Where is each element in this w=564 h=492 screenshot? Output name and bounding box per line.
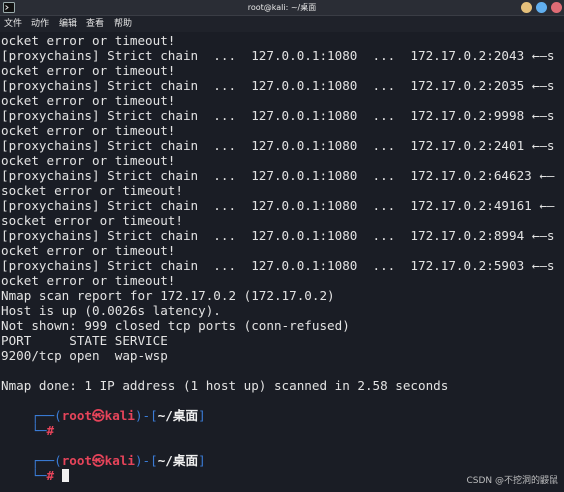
prompt-at: ㉿ [92,453,105,468]
close-button[interactable] [551,2,562,13]
menu-help[interactable]: 帮助 [114,18,132,30]
terminal-line: [proxychains] Strict chain ... 127.0.0.1… [1,78,555,93]
prompt-user: root [61,408,93,423]
terminal-line: Not shown: 999 closed tcp ports (conn-re… [1,318,350,333]
terminal-line: [proxychains] Strict chain ... 127.0.0.1… [1,198,555,213]
terminal-line: [proxychains] Strict chain ... 127.0.0.1… [1,138,555,153]
terminal-line: ocket error or timeout! [1,153,176,168]
menu-bar: 文件 动作 编辑 查看 帮助 [0,16,564,32]
prompt-symbol: # [46,423,55,438]
terminal-line: socket error or timeout! [1,213,183,228]
prompt-host: kali [104,408,135,423]
terminal-line: [proxychains] Strict chain ... 127.0.0.1… [1,48,555,63]
terminal-line: ocket error or timeout! [1,33,176,48]
terminal-line: ocket error or timeout! [1,243,176,258]
title-bar: root@kali: ~/桌面 [0,0,564,16]
prompt-user: root [61,453,93,468]
terminal-line: PORT STATE SERVICE [1,333,168,348]
window-title: root@kali: ~/桌面 [247,3,317,12]
menu-edit[interactable]: 编辑 [59,18,77,30]
prompt-line: ┌──(root㉿kali)-[~/桌面] [31,408,206,423]
prompt-symbol: # [46,468,55,483]
maximize-button[interactable] [536,2,547,13]
watermark: CSDN @不挖洞的鼹鼠 [466,476,558,486]
terminal-line: Nmap scan report for 172.17.0.2 (172.17.… [1,288,335,303]
terminal-line: socket error or timeout! [1,183,183,198]
terminal-line: ocket error or timeout! [1,123,176,138]
prompt-path: ~/桌面 [157,408,199,423]
minimize-button[interactable] [521,2,532,13]
menu-action[interactable]: 动作 [31,18,49,30]
terminal-line: ocket error or timeout! [1,93,176,108]
terminal-line: [proxychains] Strict chain ... 127.0.0.1… [1,168,555,183]
terminal-line: Host is up (0.0026s latency). [1,303,221,318]
text-cursor [61,469,69,482]
prompt-path: ~/桌面 [157,453,199,468]
terminal-line: Nmap done: 1 IP address (1 host up) scan… [1,378,449,393]
terminal-line: ocket error or timeout! [1,63,176,78]
terminal-line: [proxychains] Strict chain ... 127.0.0.1… [1,258,555,273]
terminal-line: [proxychains] Strict chain ... 127.0.0.1… [1,108,555,123]
terminal-output[interactable]: ocket error or timeout! [proxychains] Str… [1,33,564,492]
menu-file[interactable]: 文件 [4,18,22,30]
prompt-host: kali [104,453,135,468]
prompt-at: ㉿ [92,408,105,423]
prompt-line: ┌──(root㉿kali)-[~/桌面] [31,453,206,468]
terminal-line: [proxychains] Strict chain ... 127.0.0.1… [1,228,555,243]
terminal-line: ocket error or timeout! [1,273,176,288]
menu-view[interactable]: 查看 [86,18,104,30]
terminal-line: 9200/tcp open wap-wsp [1,348,168,363]
